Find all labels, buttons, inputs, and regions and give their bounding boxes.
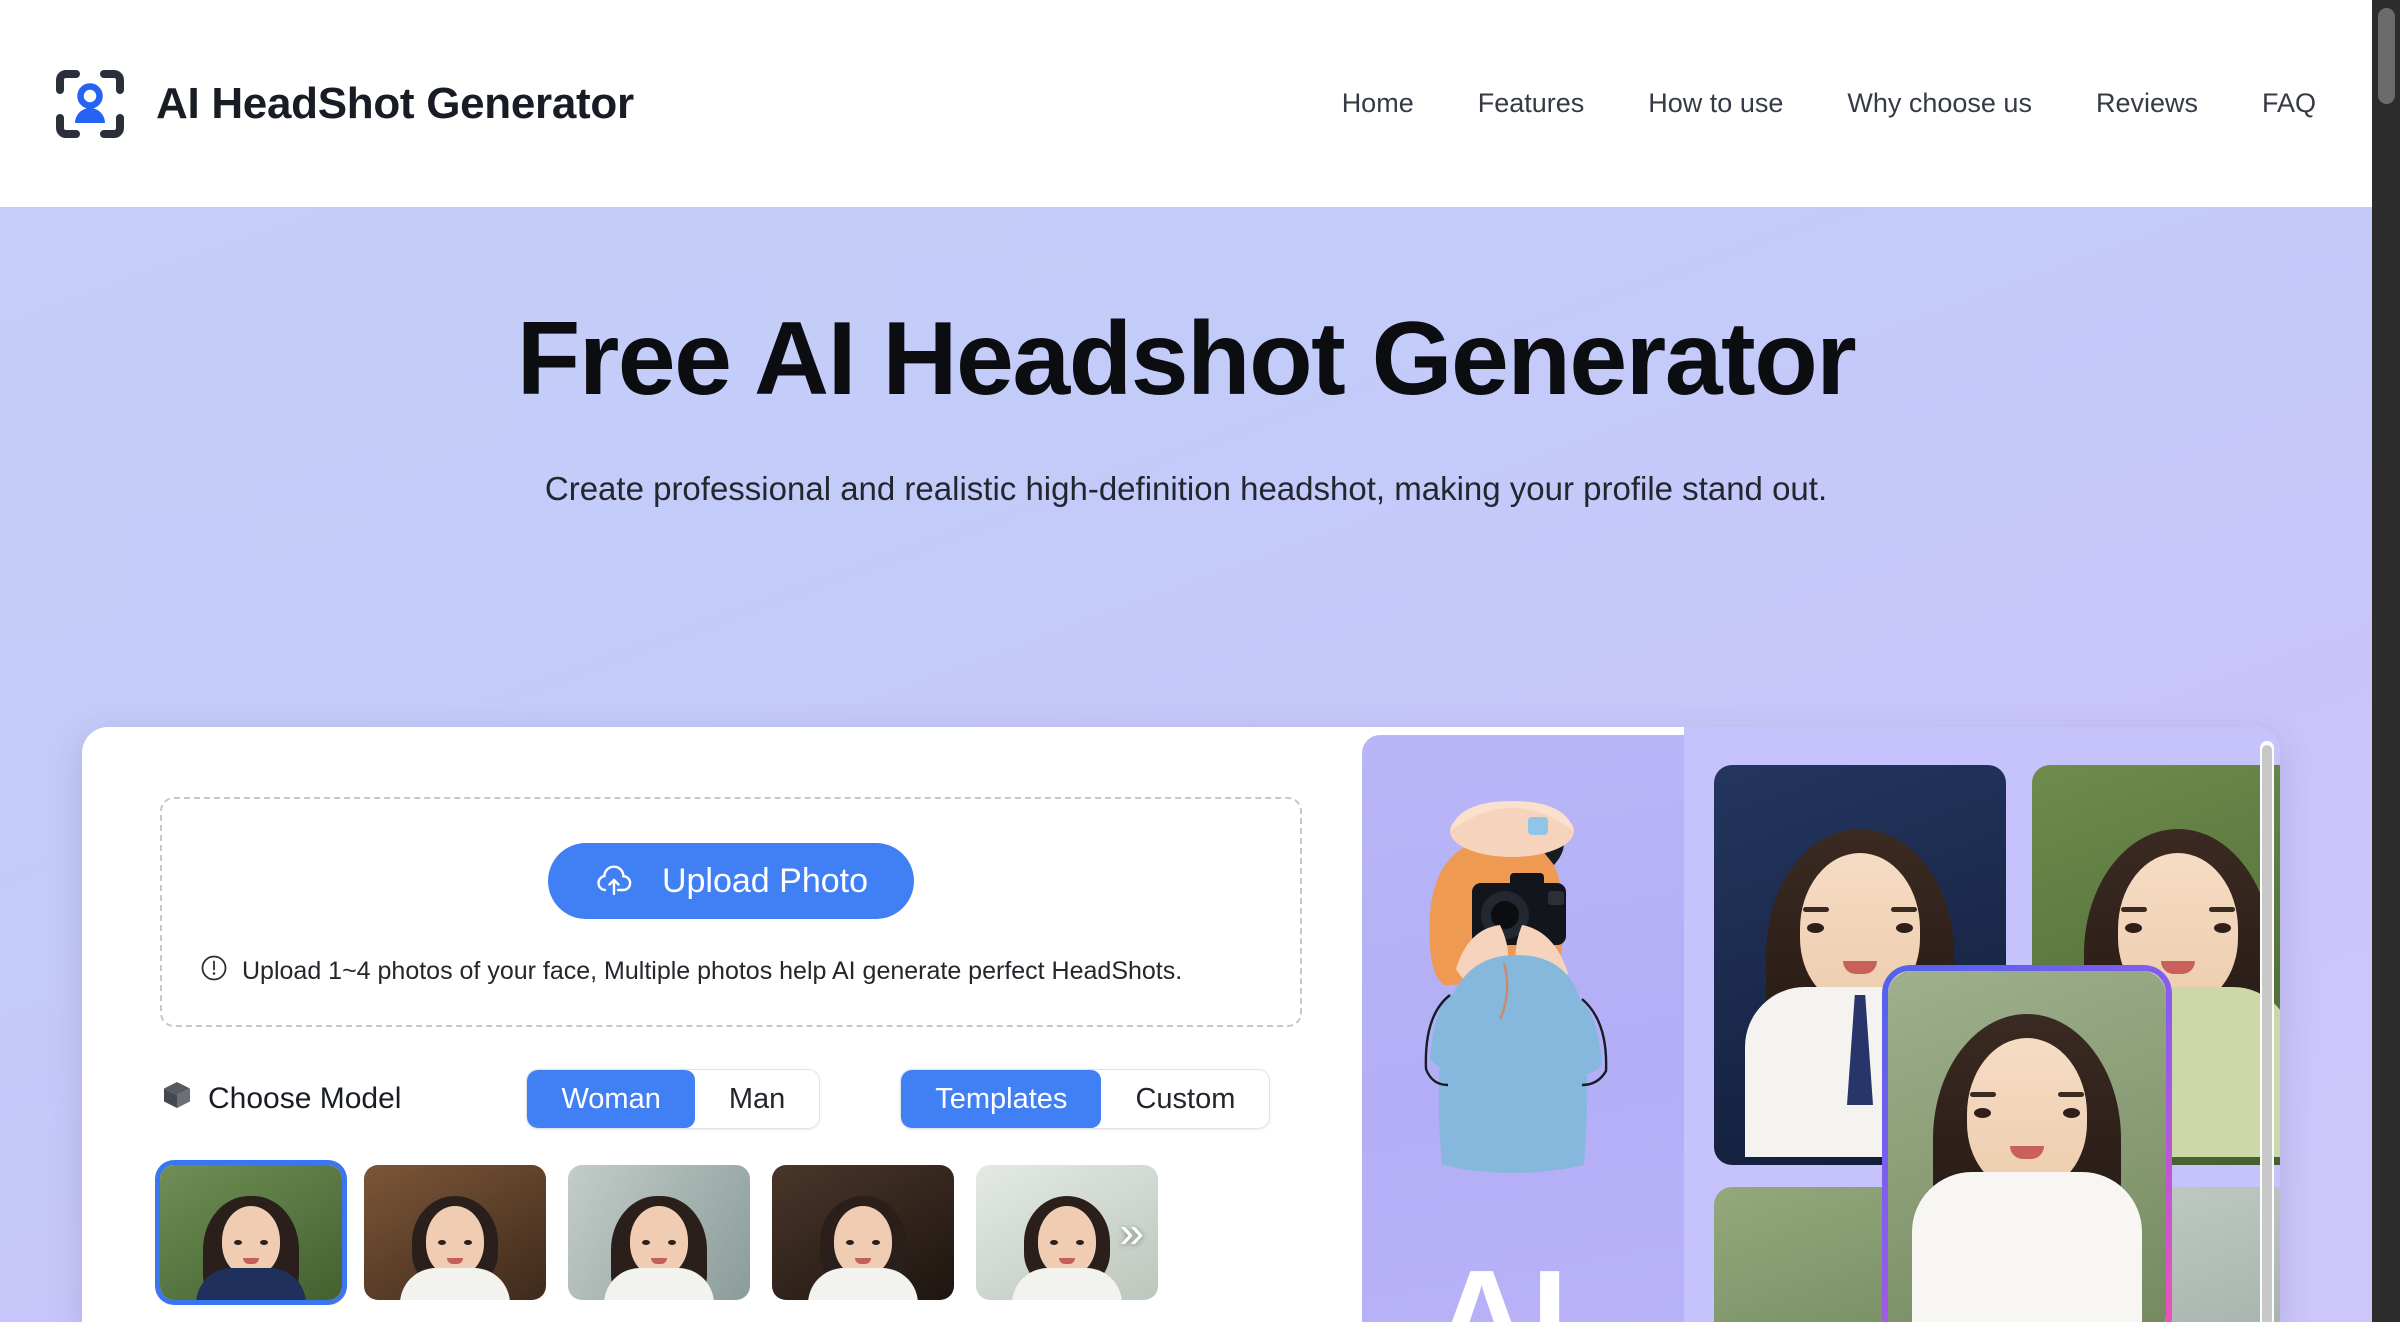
preview-photo-selected[interactable] xyxy=(1888,971,2166,1322)
source-option-custom[interactable]: Custom xyxy=(1101,1070,1269,1128)
main-nav: Home Features How to use Why choose us R… xyxy=(1310,78,2316,129)
hero-title: Free AI Headshot Generator xyxy=(516,301,1857,417)
template-thumbnail[interactable]: » xyxy=(976,1165,1158,1300)
page-title: AI HeadShot Generator xyxy=(156,78,634,128)
nav-item-home[interactable]: Home xyxy=(1310,78,1446,129)
choose-model-text: Choose Model xyxy=(208,1082,402,1115)
nav-item-faq[interactable]: FAQ xyxy=(2230,78,2316,129)
preview-collage xyxy=(1684,727,2280,1322)
preview-pane: AI xyxy=(1362,727,2280,1322)
illustration-panel: AI xyxy=(1362,735,1684,1322)
template-thumbnail[interactable] xyxy=(160,1165,342,1300)
browser-viewport: AI HeadShot Generator Home Features How … xyxy=(0,0,2400,1322)
card-scrollbar-thumb[interactable] xyxy=(2262,745,2272,1322)
template-thumbnail[interactable] xyxy=(568,1165,750,1300)
upload-dropzone[interactable]: Upload Photo Upload 1~4 photos of your f… xyxy=(160,797,1302,1027)
scan-person-icon xyxy=(52,66,128,142)
hero-section: Free AI Headshot Generator Create profes… xyxy=(0,207,2372,1322)
source-option-templates[interactable]: Templates xyxy=(901,1070,1102,1128)
template-thumbnail[interactable] xyxy=(772,1165,954,1300)
template-thumbnail[interactable] xyxy=(364,1165,546,1300)
generator-card: Upload Photo Upload 1~4 photos of your f… xyxy=(82,727,2280,1322)
illustration-label: AI xyxy=(1434,1243,1570,1322)
upload-hint-text: Upload 1~4 photos of your face, Multiple… xyxy=(242,957,1183,985)
gender-option-woman[interactable]: Woman xyxy=(527,1070,695,1128)
browser-scrollbar-thumb[interactable] xyxy=(2378,8,2395,104)
gender-toggle: Woman Man xyxy=(526,1069,821,1129)
page-content: AI HeadShot Generator Home Features How … xyxy=(0,0,2372,1322)
double-chevron-right-icon[interactable]: » xyxy=(1120,1210,1144,1255)
nav-item-reviews[interactable]: Reviews xyxy=(2064,78,2230,129)
template-strip: » xyxy=(160,1165,1200,1300)
cloud-upload-icon xyxy=(594,861,634,901)
site-header: AI HeadShot Generator Home Features How … xyxy=(0,0,2372,207)
choose-model-label: Choose Model xyxy=(160,1078,401,1120)
upload-photo-button[interactable]: Upload Photo xyxy=(547,843,915,919)
cube-icon xyxy=(160,1078,194,1120)
upload-hint: Upload 1~4 photos of your face, Multiple… xyxy=(200,954,1182,989)
gender-option-man[interactable]: Man xyxy=(695,1070,819,1128)
nav-item-why-choose-us[interactable]: Why choose us xyxy=(1815,78,2064,129)
generator-controls: Upload Photo Upload 1~4 photos of your f… xyxy=(82,727,1362,1322)
photographer-illustration xyxy=(1392,787,1642,1207)
hero-subtitle: Create professional and realistic high-d… xyxy=(544,470,1828,508)
browser-scrollbar[interactable] xyxy=(2372,0,2400,1322)
model-selection-row: Choose Model Woman Man Templates Custom xyxy=(160,1069,1302,1129)
exclamation-circle-icon xyxy=(200,954,228,989)
upload-photo-label: Upload Photo xyxy=(661,861,869,900)
card-scrollbar[interactable] xyxy=(2260,741,2274,1322)
source-toggle: Templates Custom xyxy=(900,1069,1271,1129)
nav-item-how-to-use[interactable]: How to use xyxy=(1616,78,1815,129)
brand[interactable]: AI HeadShot Generator xyxy=(52,66,634,142)
nav-item-features[interactable]: Features xyxy=(1446,78,1617,129)
